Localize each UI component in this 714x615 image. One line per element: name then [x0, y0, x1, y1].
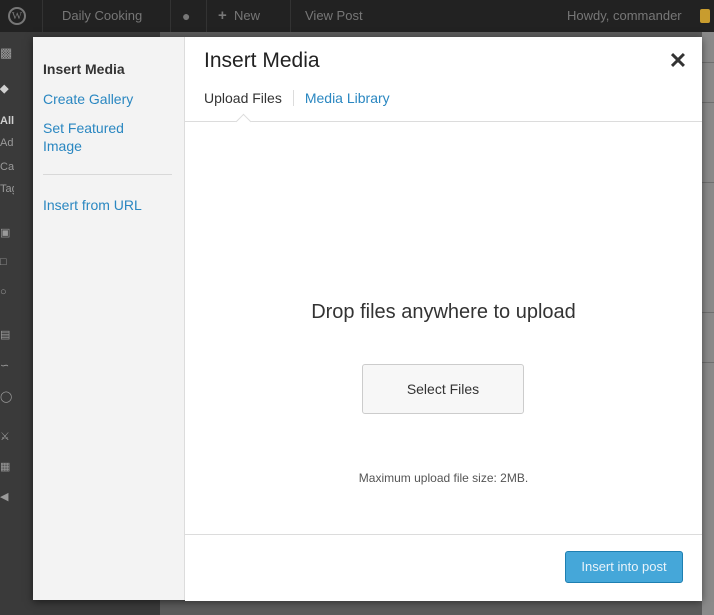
tools-icon: ⚔ [0, 431, 10, 443]
divider [170, 0, 171, 32]
background-sidebar-strip [702, 32, 714, 615]
appearance-icon: ▤ [0, 329, 11, 341]
comments-icon: ○ [0, 286, 7, 298]
media-icon: ▣ [0, 227, 11, 239]
tab-media-library[interactable]: Media Library [292, 90, 390, 106]
plus-icon[interactable]: + [218, 0, 227, 32]
users-icon: ◯ [0, 391, 13, 403]
new-content-link[interactable]: New [234, 0, 260, 32]
avatar[interactable] [700, 9, 710, 23]
divider [206, 0, 207, 32]
media-toolbar: Insert into post [185, 534, 702, 601]
max-upload-size: Maximum upload file size: 2MB. [358, 471, 529, 485]
menu-fragment: Add [0, 137, 14, 149]
site-name-link[interactable]: Daily Cooking [62, 0, 142, 32]
menu-item-insert-from-url[interactable]: Insert from URL [43, 196, 163, 214]
menu-fragment: Tag [0, 183, 14, 195]
menu-item-set-featured-image[interactable]: Set Featured Image [43, 119, 163, 155]
modal-title: Insert Media [204, 49, 320, 72]
menu-item-insert-media[interactable]: Insert Media [43, 61, 125, 77]
posts-icon: ◆ [0, 83, 9, 95]
tab-upload-files[interactable]: Upload Files [204, 90, 282, 106]
settings-icon: ▦ [0, 461, 11, 473]
media-frame: Insert Media ✕ Upload Files Media Library… [185, 37, 702, 601]
pages-icon: □ [0, 256, 7, 268]
menu-item-create-gallery[interactable]: Create Gallery [43, 90, 163, 108]
speech-bubble-icon[interactable]: ● [182, 0, 190, 32]
howdy-user-link[interactable]: Howdy, commander [567, 0, 682, 32]
select-files-button[interactable]: Select Files [362, 364, 524, 414]
dashboard-icon: ▩ [0, 45, 13, 60]
menu-fragment: All [0, 115, 14, 127]
media-router: Upload Files Media Library [204, 90, 390, 106]
wordpress-logo-icon[interactable]: W [8, 7, 26, 25]
plugins-icon: ∽ [0, 360, 10, 372]
collapse-icon: ◀ [0, 491, 9, 503]
insert-into-post-button[interactable]: Insert into post [565, 551, 683, 583]
view-post-link[interactable]: View Post [305, 0, 363, 32]
insert-media-modal: Insert Media Create Gallery Set Featured… [33, 37, 702, 601]
router-divider [185, 121, 702, 122]
active-tab-caret-icon [235, 113, 252, 130]
drop-files-instructions: Drop files anywhere to upload [311, 301, 576, 323]
close-icon[interactable]: ✕ [666, 48, 690, 74]
media-modal-menu: Insert Media Create Gallery Set Featured… [33, 37, 185, 600]
menu-divider [43, 174, 172, 175]
divider [290, 0, 291, 32]
menu-fragment: Cat [0, 161, 14, 173]
divider [42, 0, 43, 32]
admin-bar: W Daily Cooking ● + New View Post Howdy,… [0, 0, 714, 32]
